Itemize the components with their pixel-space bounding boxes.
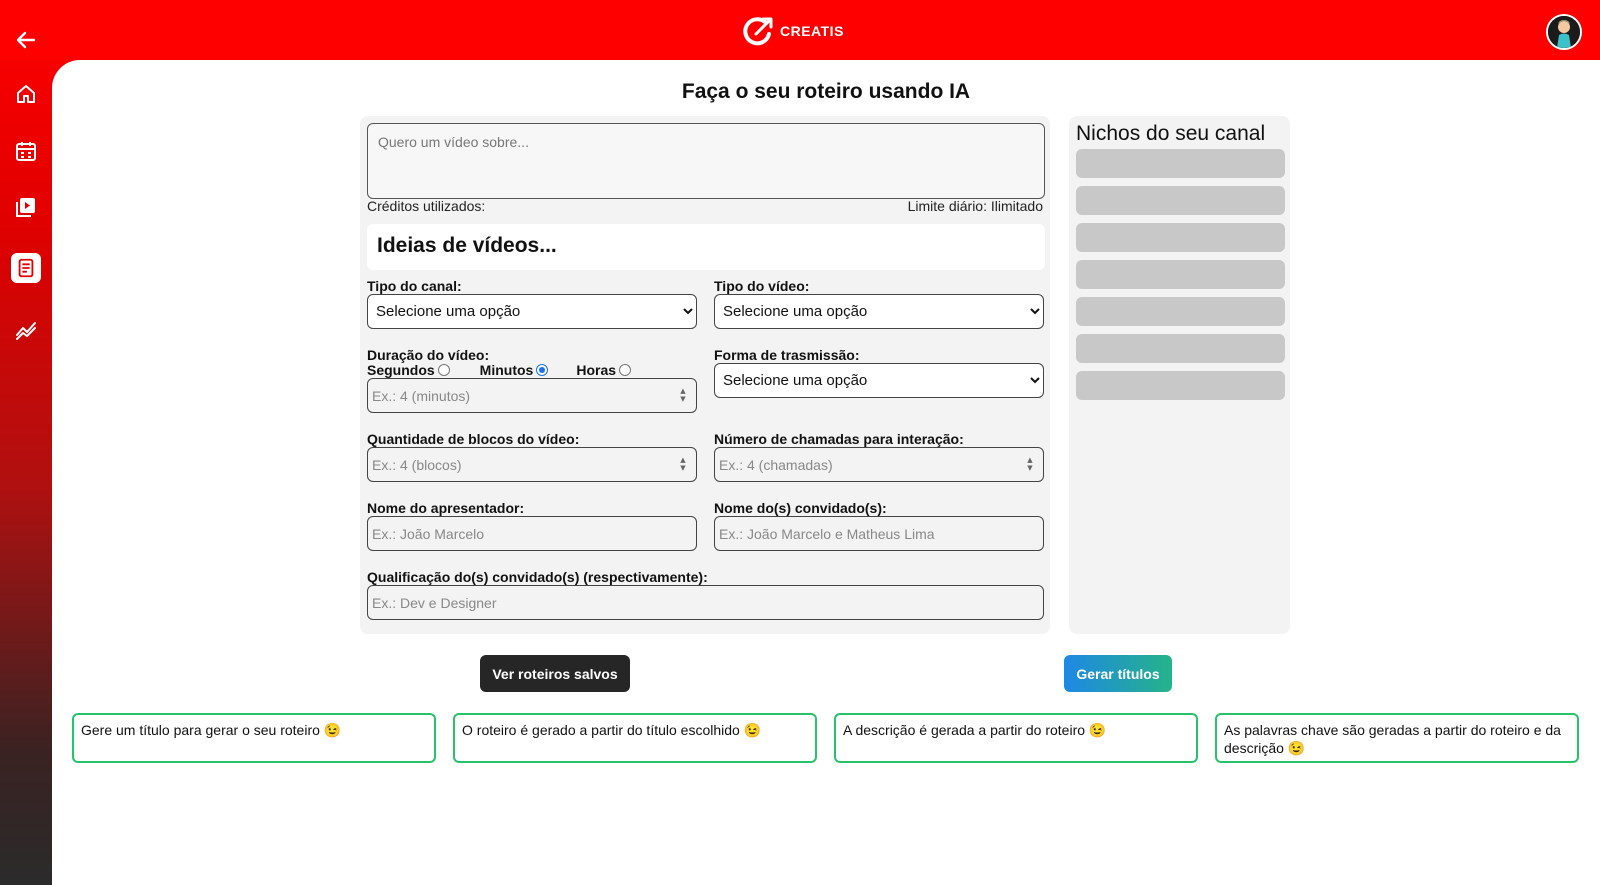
- avatar-image-icon: [1548, 16, 1580, 48]
- niche-placeholder: [1076, 223, 1285, 252]
- channel-type-select[interactable]: Selecione uma opção: [367, 294, 697, 329]
- avatar[interactable]: [1546, 14, 1582, 50]
- radio-hours[interactable]: Horas: [576, 362, 632, 378]
- blocks-label: Quantidade de blocos do vídeo:: [367, 431, 580, 447]
- sidebar-item-calendar[interactable]: [12, 137, 40, 165]
- guests-input[interactable]: [714, 516, 1044, 551]
- blocks-input[interactable]: [367, 447, 697, 482]
- credits-label: Créditos utilizados:: [367, 198, 486, 214]
- generate-titles-button[interactable]: Gerar títulos: [1064, 655, 1172, 692]
- app-logo[interactable]: CREATIS: [742, 14, 844, 48]
- radio-hours-label: Horas: [576, 362, 617, 378]
- sidebar-item-videos[interactable]: [12, 193, 40, 221]
- duration-unit-radios: Segundos Minutos Horas: [367, 362, 632, 378]
- duration-label: Duração do vídeo:: [367, 347, 490, 363]
- niches-title: Nichos do seu canal: [1076, 122, 1266, 145]
- sidebar-item-home[interactable]: [12, 80, 40, 108]
- guests-label: Nome do(s) convidado(s):: [714, 500, 887, 516]
- ideas-heading: Ideias de vídeos...: [367, 224, 1045, 270]
- niche-placeholder: [1076, 334, 1285, 363]
- radio-minutes-circle[interactable]: [536, 364, 549, 376]
- video-type-select[interactable]: Selecione uma opção: [714, 294, 1044, 329]
- niche-placeholder: [1076, 371, 1285, 400]
- video-library-icon: [16, 198, 35, 217]
- page-title: Faça o seu roteiro usando IA: [681, 80, 971, 103]
- step-card-keywords: As palavras chave são geradas a partir d…: [1215, 713, 1579, 763]
- logo-text: CREATIS: [780, 23, 844, 39]
- presenter-label: Nome do apresentador:: [367, 500, 525, 516]
- niche-placeholder: [1076, 149, 1285, 178]
- presenter-input[interactable]: [367, 516, 697, 551]
- arrow-left-icon: [16, 31, 36, 49]
- video-type-label: Tipo do vídeo:: [714, 278, 810, 294]
- niche-placeholder: [1076, 186, 1285, 215]
- duration-input[interactable]: [367, 378, 697, 413]
- daily-limit-label: Limite diário: Ilimitado: [907, 198, 1043, 214]
- niches-panel: Nichos do seu canal: [1069, 116, 1290, 634]
- step-card-title: Gere um título para gerar o seu roteiro …: [72, 713, 436, 763]
- top-bar: CREATIS: [0, 0, 1600, 60]
- radio-seconds-circle[interactable]: [437, 364, 450, 376]
- logo-icon: [743, 17, 773, 46]
- calls-input[interactable]: [714, 447, 1044, 482]
- qualification-label: Qualificação do(s) convidado(s) (respect…: [367, 569, 708, 585]
- transmission-label: Forma de trasmissão:: [714, 347, 860, 363]
- calendar-icon: [16, 142, 36, 161]
- step-card-script: O roteiro é gerado a partir do título es…: [453, 713, 817, 763]
- topic-input[interactable]: [367, 123, 1045, 199]
- radio-minutes[interactable]: Minutos: [480, 362, 549, 378]
- sidebar-item-scripts[interactable]: [11, 253, 41, 283]
- trend-chart-icon: [16, 322, 36, 340]
- radio-hours-circle[interactable]: [619, 364, 632, 376]
- qualification-input[interactable]: [367, 585, 1044, 620]
- document-icon: [18, 258, 34, 278]
- calls-label: Número de chamadas para interação:: [714, 431, 964, 447]
- channel-type-label: Tipo do canal:: [367, 278, 462, 294]
- niche-placeholder: [1076, 260, 1285, 289]
- radio-seconds-label: Segundos: [367, 362, 435, 378]
- back-arrow-button[interactable]: [12, 26, 40, 54]
- sidebar-item-analytics[interactable]: [12, 315, 40, 343]
- radio-seconds[interactable]: Segundos: [367, 362, 450, 378]
- view-saved-scripts-button[interactable]: Ver roteiros salvos: [480, 655, 630, 692]
- main-panel: Faça o seu roteiro usando IA Créditos ut…: [52, 60, 1600, 885]
- script-form: Créditos utilizados: Limite diário: Ilim…: [360, 116, 1050, 634]
- transmission-select[interactable]: Selecione uma opção: [714, 363, 1044, 398]
- radio-minutes-label: Minutos: [479, 362, 534, 378]
- home-icon: [17, 85, 35, 103]
- step-card-description: A descrição é gerada a partir do roteiro…: [834, 713, 1198, 763]
- niche-placeholder: [1076, 297, 1285, 326]
